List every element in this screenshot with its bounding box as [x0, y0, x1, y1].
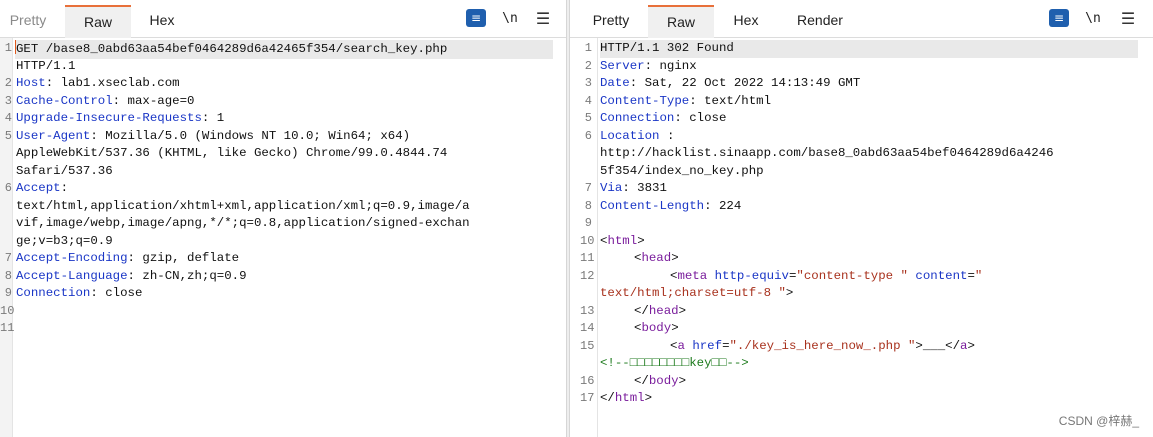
- request-header-user-agent-cont: AppleWebKit/537.36 (KHTML, like Gecko) C…: [16, 146, 448, 160]
- request-tab-raw[interactable]: Raw: [65, 5, 131, 38]
- request-header-upgrade: Upgrade-Insecure-Requests: 1: [16, 111, 225, 125]
- meta-tag: <meta http-equiv="content-type " content…: [670, 268, 983, 283]
- html-open-tag: <html>: [600, 233, 645, 248]
- line-number: 11: [0, 321, 15, 335]
- request-header-host: Host: lab1.xseclab.com: [16, 76, 180, 90]
- response-tab-raw[interactable]: Raw: [648, 5, 714, 38]
- request-header-user-agent: User-Agent: Mozilla/5.0 (Windows NT 10.0…: [16, 128, 411, 143]
- body-close-tag: </body>: [634, 373, 687, 388]
- line-number: 15: [580, 338, 595, 353]
- response-tabbar: Pretty Raw Hex Render ≡ \n ☰: [570, 0, 1153, 38]
- response-header-server: Server: nginx: [600, 58, 697, 73]
- request-line-1-cont: HTTP/1.1: [16, 58, 76, 73]
- request-editor[interactable]: 1 GET /base8_0abd63aa54bef0464289d6a4246…: [0, 38, 566, 437]
- request-tab-pretty[interactable]: Pretty: [0, 4, 56, 35]
- request-tab-hex[interactable]: Hex: [138, 4, 186, 35]
- line-number: 10: [0, 303, 15, 318]
- request-tabbar: Pretty Raw Hex ≡ \n ☰: [0, 0, 566, 38]
- watermark: CSDN @梓赫_: [1058, 414, 1139, 428]
- wrap-icon[interactable]: ≡: [466, 9, 486, 27]
- line-number: 3: [4, 93, 12, 108]
- html-comment: <!--□□□□□□□□key□□-->: [600, 356, 749, 370]
- line-number: 12: [580, 268, 595, 283]
- line-number: 7: [4, 251, 12, 265]
- request-line-1: GET /base8_0abd63aa54bef0464289d6a42465f…: [15, 40, 553, 59]
- newline-toggle-button[interactable]: \n: [500, 9, 520, 29]
- request-header-user-agent-cont: Safari/537.36: [16, 163, 113, 178]
- response-header-content-type: Content-Type: text/html: [600, 93, 772, 108]
- response-header-location: Location :: [600, 128, 675, 143]
- line-number: 9: [4, 286, 12, 300]
- hamburger-menu-icon[interactable]: ☰: [534, 9, 552, 29]
- response-header-location-url-cont: 5f354/index_no_key.php: [600, 163, 764, 178]
- request-header-cache-control: Cache-Control: max-age=0: [16, 93, 195, 108]
- line-number: 6: [4, 181, 12, 195]
- line-number: 13: [580, 303, 595, 318]
- response-header-connection: Connection: close: [600, 111, 727, 125]
- request-pane: Pretty Raw Hex ≡ \n ☰ 1 GET /base8_0abd6…: [0, 0, 566, 437]
- line-number: 11: [580, 251, 595, 265]
- line-number: 7: [584, 181, 592, 195]
- response-header-date: Date: Sat, 22 Oct 2022 14:13:49 GMT: [600, 76, 861, 90]
- response-header-location-url: http://hacklist.sinaapp.com/base8_0abd63…: [600, 146, 1054, 160]
- line-number: 4: [584, 93, 592, 108]
- newline-toggle-button[interactable]: \n: [1083, 9, 1103, 29]
- head-close-tag: </head>: [634, 303, 687, 318]
- line-number: 1: [584, 41, 592, 55]
- request-header-accept-cont: vif,image/webp,image/apng,*/*;q=0.8,appl…: [16, 216, 470, 230]
- line-number: 10: [580, 233, 595, 248]
- line-number: 2: [584, 58, 592, 73]
- line-number: 17: [580, 391, 595, 405]
- html-close-tag: </html>: [600, 391, 653, 405]
- request-header-accept-cont: text/html,application/xhtml+xml,applicat…: [16, 198, 470, 213]
- anchor-tag: <a href="./key_is_here_now_.php ">___</a…: [670, 338, 975, 353]
- response-tab-hex[interactable]: Hex: [722, 4, 770, 35]
- request-header-accept-cont: ge;v=b3;q=0.9: [16, 233, 113, 248]
- body-open-tag: <body>: [634, 321, 679, 335]
- response-status-line: HTTP/1.1 302 Found: [600, 40, 1138, 58]
- response-header-via: Via: 3831: [600, 181, 667, 195]
- response-editor[interactable]: 1 HTTP/1.1 302 Found 2 Server: nginx 3 D…: [570, 38, 1153, 437]
- response-tab-render[interactable]: Render: [784, 4, 856, 35]
- head-open-tag: <head>: [634, 251, 679, 265]
- line-number: 16: [580, 373, 595, 388]
- line-number: 4: [4, 111, 12, 125]
- response-tab-pretty[interactable]: Pretty: [582, 4, 640, 35]
- line-number: 9: [584, 216, 592, 230]
- request-header-connection: Connection: close: [16, 286, 143, 300]
- wrap-icon[interactable]: ≡: [1049, 9, 1069, 27]
- line-number: 5: [584, 111, 592, 125]
- response-header-content-length: Content-Length: 224: [600, 198, 742, 213]
- request-header-accept-encoding: Accept-Encoding: gzip, deflate: [16, 251, 240, 265]
- request-header-accept-language: Accept-Language: zh-CN,zh;q=0.9: [16, 268, 247, 283]
- request-header-accept: Accept:: [16, 181, 69, 195]
- line-number: 5: [4, 128, 12, 143]
- line-number: 3: [584, 76, 592, 90]
- line-number: 8: [584, 198, 592, 213]
- hamburger-menu-icon[interactable]: ☰: [1119, 9, 1137, 29]
- line-number: 14: [580, 321, 595, 335]
- meta-tag-cont: text/html;charset=utf-8 ">: [600, 286, 794, 300]
- response-pane: Pretty Raw Hex Render ≡ \n ☰ 1 HTTP/1.1 …: [570, 0, 1153, 437]
- line-number: 6: [584, 128, 592, 143]
- line-number: 8: [4, 268, 12, 283]
- line-number: 1: [4, 41, 12, 55]
- line-number: 2: [4, 76, 12, 90]
